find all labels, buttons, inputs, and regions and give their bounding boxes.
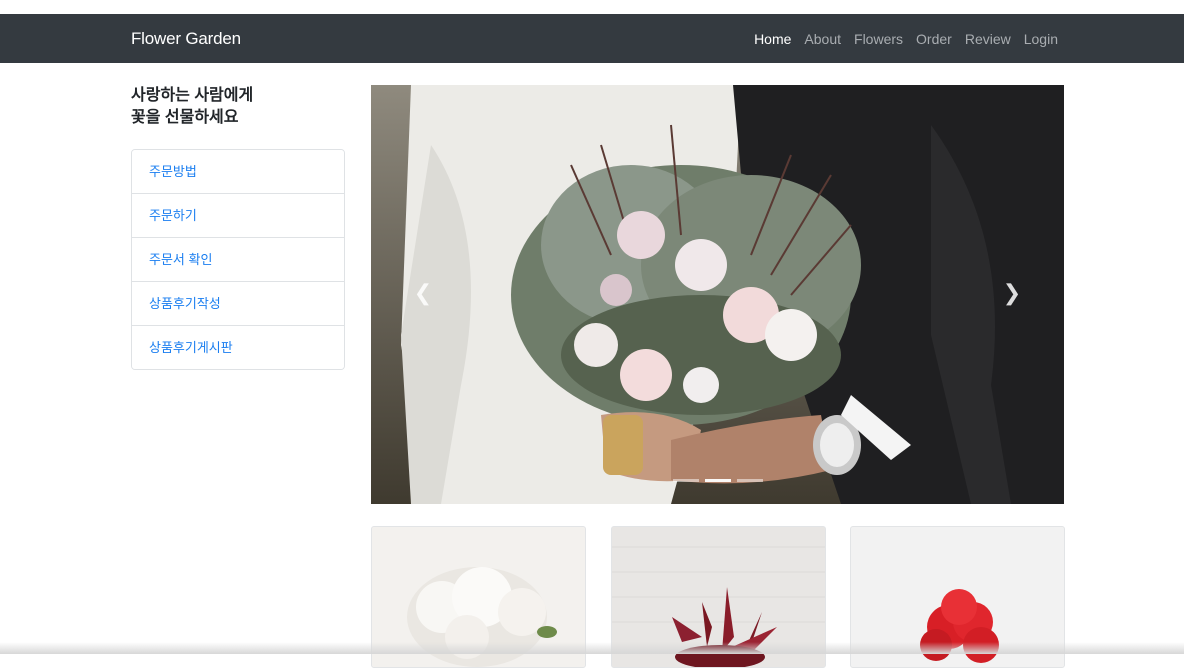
bottom-shadow	[0, 642, 1184, 654]
top-gap	[0, 0, 1184, 14]
sidebar-item-review-board[interactable]: 상품후기게시판	[132, 326, 344, 369]
bouquet-photo	[371, 85, 1064, 504]
sidebar-item-check-order[interactable]: 주문서 확인	[132, 238, 344, 282]
brand-logo[interactable]: Flower Garden	[131, 14, 241, 63]
carousel-indicator-3[interactable]	[736, 479, 763, 482]
nav-links: Home About Flowers Order Review Login	[754, 14, 1058, 63]
nav-login[interactable]: Login	[1024, 31, 1058, 47]
sidebar-item-how-to-order[interactable]: 주문방법	[132, 150, 344, 194]
carousel-indicator-1[interactable]	[672, 479, 699, 482]
sidebar-menu: 주문방법 주문하기 주문서 확인 상품후기작성 상품후기게시판	[131, 149, 345, 370]
tagline-line-2: 꽃을 선물하세요	[131, 109, 239, 126]
carousel-next-button[interactable]: ❯	[992, 273, 1032, 313]
hero-carousel[interactable]: ❮ ❯	[371, 85, 1064, 504]
tagline-line-1: 사랑하는 사람에게	[131, 87, 254, 104]
nav-flowers[interactable]: Flowers	[854, 31, 903, 47]
carousel-prev-button[interactable]: ❮	[403, 273, 443, 313]
carousel-indicators	[371, 479, 1064, 482]
sidebar-item-place-order[interactable]: 주문하기	[132, 194, 344, 238]
sidebar: 사랑하는 사람에게 꽃을 선물하세요 주문방법 주문하기 주문서 확인 상품후기…	[131, 85, 345, 370]
chevron-left-icon: ❮	[413, 280, 433, 305]
carousel-indicator-2[interactable]	[704, 479, 731, 482]
nav-review[interactable]: Review	[965, 31, 1011, 47]
nav-home[interactable]: Home	[754, 31, 791, 47]
nav-about[interactable]: About	[804, 31, 841, 47]
sidebar-item-write-review[interactable]: 상품후기작성	[132, 282, 344, 326]
sidebar-tagline: 사랑하는 사람에게 꽃을 선물하세요	[131, 85, 345, 129]
navbar: Flower Garden Home About Flowers Order R…	[0, 14, 1184, 63]
nav-order[interactable]: Order	[916, 31, 952, 47]
chevron-right-icon: ❯	[1002, 280, 1022, 305]
